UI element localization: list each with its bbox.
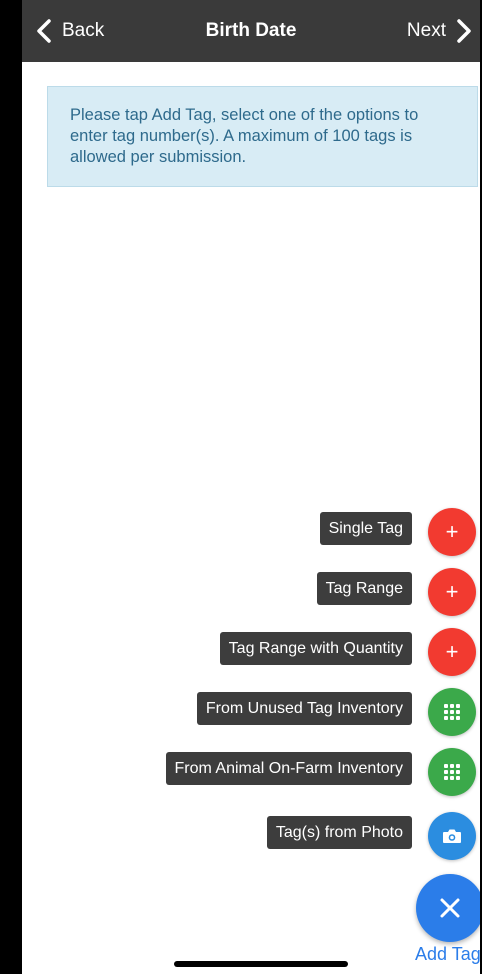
add-tag-label[interactable]: Add Tag <box>415 944 481 965</box>
on-farm-inventory-button[interactable] <box>428 748 476 796</box>
chevron-right-icon <box>457 19 471 43</box>
fab-option-single-tag: Single Tag + <box>2 508 482 560</box>
plus-icon: + <box>445 519 459 544</box>
fab-option-tag-range-quantity: Tag Range with Quantity + <box>2 628 482 680</box>
tag-range-quantity-button[interactable]: + <box>428 628 476 676</box>
tag-range-button[interactable]: + <box>428 568 476 616</box>
info-message-box: Please tap Add Tag, select one of the op… <box>47 86 478 187</box>
back-label: Back <box>62 20 105 41</box>
fab-option-label[interactable]: Tag Range <box>316 572 412 605</box>
fab-option-label[interactable]: From Animal On-Farm Inventory <box>165 752 412 785</box>
add-tag-fab-button[interactable] <box>416 874 482 942</box>
fab-option-on-farm-inventory: From Animal On-Farm Inventory <box>2 748 482 800</box>
camera-icon <box>443 829 461 843</box>
next-button[interactable]: Next <box>407 0 476 62</box>
close-icon <box>440 898 460 918</box>
chevron-left-icon <box>37 19 51 43</box>
back-button[interactable]: Back <box>32 0 104 62</box>
home-indicator[interactable] <box>174 961 348 967</box>
fab-option-tags-from-photo: Tag(s) from Photo <box>2 812 482 864</box>
keypad-grid-icon <box>444 704 460 720</box>
fab-option-label[interactable]: From Unused Tag Inventory <box>196 692 412 725</box>
tags-from-photo-button[interactable] <box>428 812 476 860</box>
navigation-bar: Back Birth Date Next <box>22 0 480 62</box>
unused-inventory-button[interactable] <box>428 688 476 736</box>
single-tag-button[interactable]: + <box>428 508 476 556</box>
fab-option-tag-range: Tag Range + <box>2 568 482 620</box>
keypad-grid-icon <box>444 764 460 780</box>
info-message-text: Please tap Add Tag, select one of the op… <box>70 106 419 166</box>
fab-option-label[interactable]: Tag(s) from Photo <box>266 816 412 849</box>
plus-icon: + <box>445 639 459 664</box>
app-screen: Back Birth Date Next Please tap Add Tag,… <box>0 0 482 974</box>
fab-option-label[interactable]: Single Tag <box>319 512 412 545</box>
fab-option-label[interactable]: Tag Range with Quantity <box>219 632 412 665</box>
screen-edge-left <box>0 0 22 974</box>
next-label: Next <box>406 20 446 41</box>
plus-icon: + <box>445 579 459 604</box>
fab-option-unused-inventory: From Unused Tag Inventory <box>2 688 482 740</box>
